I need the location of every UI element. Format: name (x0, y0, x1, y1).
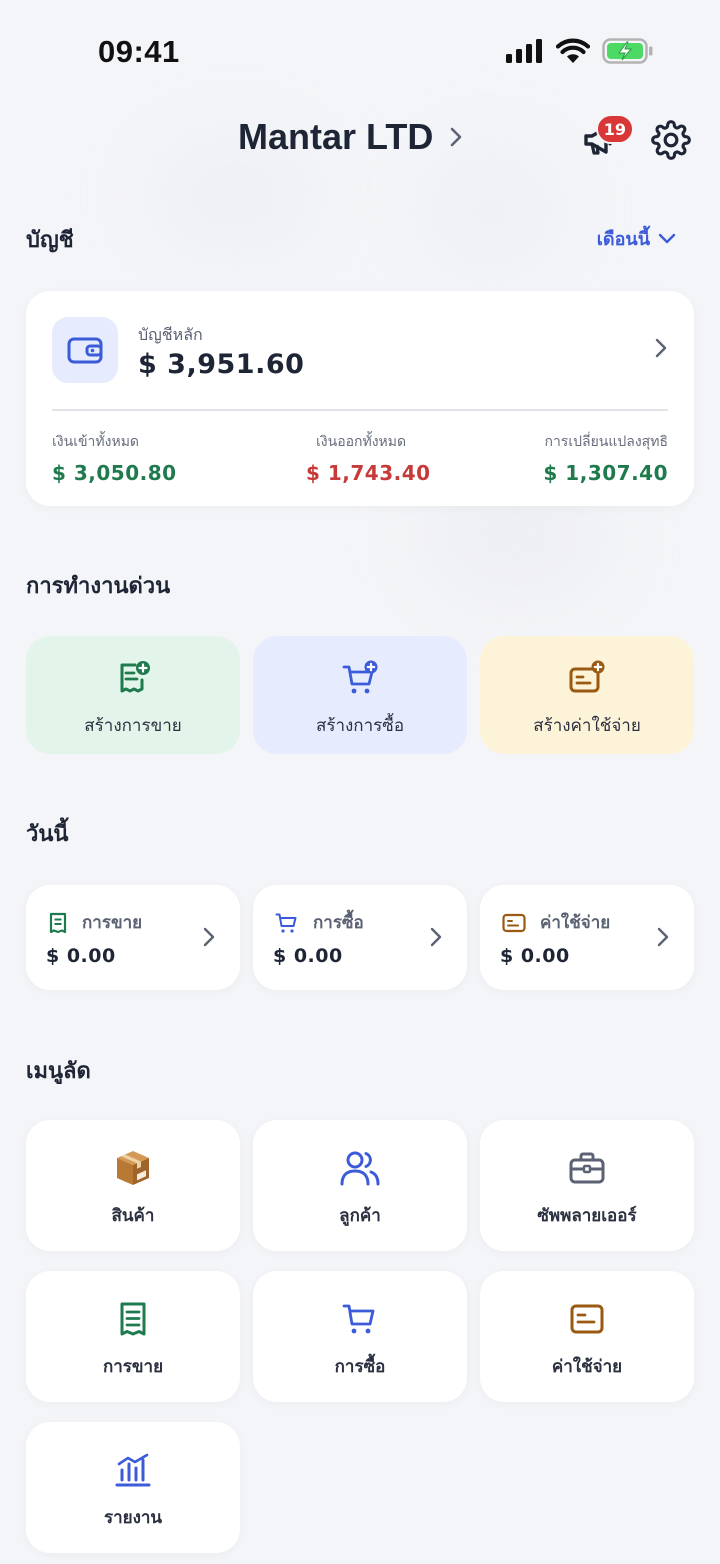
period-selector[interactable]: เดือนนี้ (597, 224, 676, 253)
expense-plus-icon (568, 658, 606, 698)
period-label: เดือนนี้ (596, 229, 650, 250)
reports-label: รายงาน (103, 1508, 163, 1528)
today-sales-value: $ 0.00 (46, 945, 116, 967)
today-sales-card[interactable]: การขาย $ 0.00 (26, 885, 240, 990)
expenses-label: ค่าใช้จ่าย (551, 1357, 623, 1377)
net-change-label: การเปลี่ยนแปลงสุทธิ (544, 434, 668, 450)
create-expense-label: สร้างค่าใช้จ่าย (533, 716, 641, 736)
create-expense-button[interactable]: สร้างค่าใช้จ่าย (480, 636, 694, 754)
create-sale-label: สร้างการขาย (84, 716, 182, 736)
net-change-stat: การเปลี่ยนแปลงสุทธิ $ 1,307.40 (543, 431, 668, 485)
shortcut-reports[interactable]: รายงาน (26, 1422, 240, 1553)
shortcut-purchases[interactable]: การซื้อ (253, 1271, 467, 1402)
shortcut-sales[interactable]: การขาย (26, 1271, 240, 1402)
background-decoration (420, 150, 560, 270)
cart-icon (342, 1299, 378, 1339)
shortcut-products[interactable]: สินค้า (26, 1120, 240, 1251)
create-purchase-button[interactable]: สร้างการซื้อ (253, 636, 467, 754)
header: Mantar LTD 19 (0, 108, 720, 168)
expense-icon (569, 1299, 605, 1339)
chart-icon (114, 1450, 152, 1490)
today-purchases-value: $ 0.00 (273, 945, 343, 967)
battery-charging-icon (602, 38, 653, 64)
create-purchase-label: สร้างการซื้อ (315, 716, 405, 736)
receipt-icon (118, 1299, 148, 1339)
receipt-icon (49, 912, 67, 933)
customers-icon (340, 1148, 380, 1188)
account-name: บัญชีหลัก (138, 325, 203, 344)
today-section-title: วันนี้ (26, 822, 69, 847)
shortcut-expenses[interactable]: ค่าใช้จ่าย (480, 1271, 694, 1402)
chevron-right-icon (657, 927, 669, 947)
accounts-section-title: บัญชี (26, 228, 74, 253)
cart-plus-icon (341, 658, 379, 698)
shortcut-suppliers[interactable]: ซัพพลายเออร์ (480, 1120, 694, 1251)
announcement-button[interactable]: 19 (576, 114, 634, 164)
main-account-card[interactable]: บัญชีหลัก $ 3,951.60 เงินเข้าทั้งหมด $ 3… (26, 291, 694, 506)
notification-badge: 19 (595, 114, 634, 144)
package-icon (113, 1148, 153, 1188)
status-bar: 09:41 (0, 0, 720, 100)
income-label: เงินเข้าทั้งหมด (52, 434, 140, 450)
chevron-right-icon (203, 927, 215, 947)
chevron-right-icon (655, 338, 667, 358)
today-expenses-label: ค่าใช้จ่าย (540, 913, 611, 933)
wifi-icon (556, 38, 590, 63)
chevron-down-icon (658, 233, 676, 243)
account-balance: $ 3,951.60 (138, 349, 305, 380)
signal-icon (506, 39, 542, 63)
purchases-label: การซื้อ (334, 1357, 386, 1377)
expense-label: เงินออกทั้งหมด (316, 434, 407, 450)
income-value: $ 3,050.80 (52, 461, 177, 485)
expense-stat: เงินออกทั้งหมด $ 1,743.40 (306, 431, 431, 485)
today-expenses-card[interactable]: ค่าใช้จ่าย $ 0.00 (480, 885, 694, 990)
income-stat: เงินเข้าทั้งหมด $ 3,050.80 (52, 431, 177, 485)
expense-icon (502, 913, 526, 932)
chevron-right-icon (451, 127, 462, 147)
net-change-value: $ 1,307.40 (543, 461, 668, 485)
customers-label: ลูกค้า (339, 1206, 381, 1226)
expense-value: $ 1,743.40 (306, 461, 431, 485)
today-sales-label: การขาย (82, 913, 143, 933)
status-time: 09:41 (98, 34, 180, 69)
sales-label: การขาย (102, 1357, 164, 1377)
today-purchases-label: การซื้อ (313, 913, 364, 933)
shortcuts-section-title: เมนูลัด (26, 1059, 91, 1084)
today-expenses-value: $ 0.00 (500, 945, 570, 967)
wallet-icon-box (52, 317, 118, 383)
cart-icon (275, 913, 297, 933)
chevron-right-icon (430, 927, 442, 947)
settings-button[interactable] (647, 116, 695, 164)
status-icons (506, 38, 654, 64)
quick-actions-title: การทำงานด่วน (26, 574, 171, 599)
shortcut-customers[interactable]: ลูกค้า (253, 1120, 467, 1251)
wallet-icon (67, 337, 103, 364)
products-label: สินค้า (111, 1206, 155, 1226)
today-purchases-card[interactable]: การซื้อ $ 0.00 (253, 885, 467, 990)
briefcase-icon (568, 1148, 606, 1188)
suppliers-label: ซัพพลายเออร์ (537, 1206, 637, 1226)
receipt-plus-icon (115, 658, 151, 698)
create-sale-button[interactable]: สร้างการขาย (26, 636, 240, 754)
company-switcher[interactable]: Mantar LTD (238, 116, 463, 158)
gear-icon (651, 120, 691, 160)
company-name: Mantar LTD (238, 116, 434, 157)
card-divider (52, 409, 668, 411)
